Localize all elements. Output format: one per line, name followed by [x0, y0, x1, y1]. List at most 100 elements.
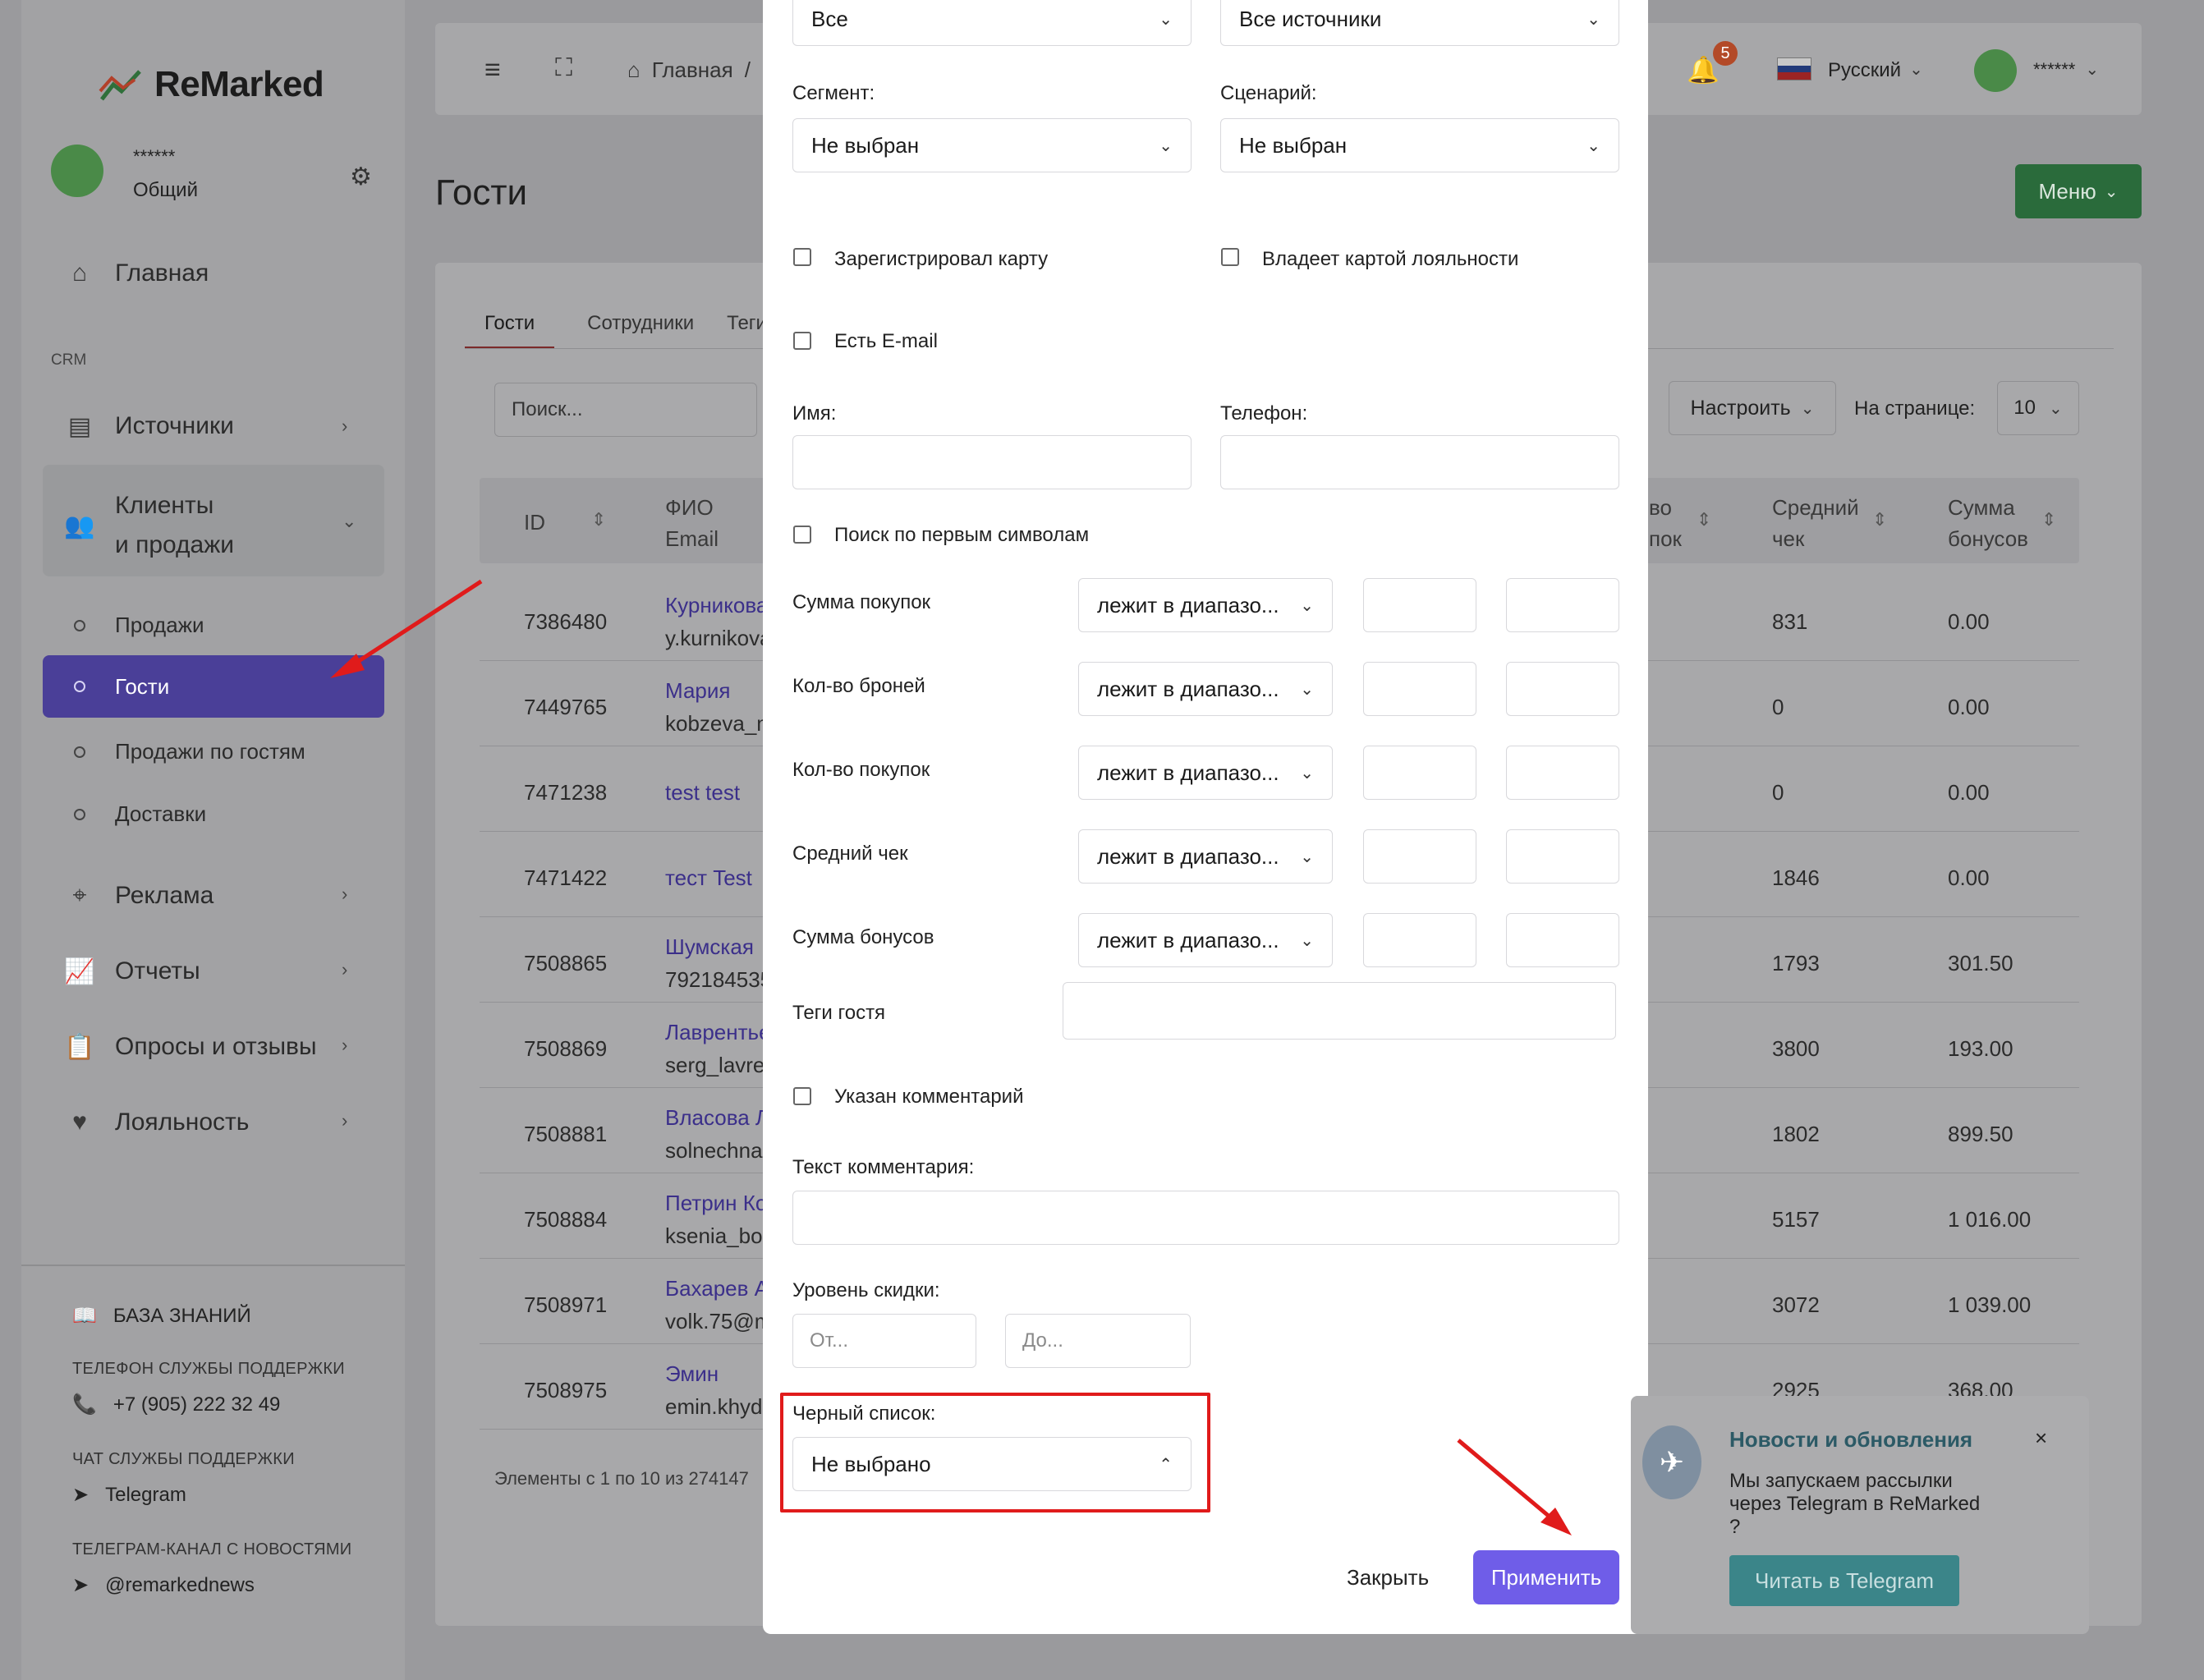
guest-name-link[interactable]: Эмин — [665, 1361, 719, 1387]
range-operator-select[interactable]: лежит в диапазо... ⌄ — [1078, 662, 1333, 716]
sources-select[interactable]: Все источники ⌄ — [1220, 0, 1619, 46]
phone-input[interactable] — [1220, 435, 1619, 489]
th-bonus-2[interactable]: бонусов — [1948, 522, 2028, 555]
range-to-input[interactable] — [1506, 746, 1619, 800]
range-operator-select[interactable]: лежит в диапазо... ⌄ — [1078, 578, 1333, 632]
logo[interactable]: ReMarked — [99, 64, 324, 105]
th-email[interactable]: Email — [665, 522, 719, 555]
configure-button[interactable]: Настроить ⌄ — [1669, 381, 1836, 435]
th-bonus-1[interactable]: Сумма — [1948, 491, 2015, 524]
sidebar-sub-sales[interactable]: Продажи — [74, 613, 204, 638]
select-value: лежит в диапазо... — [1097, 760, 1279, 785]
chevron-down-icon: ⌄ — [1586, 10, 1600, 29]
sidebar-item-clients[interactable]: 👥 Клиенты и продажи — [64, 486, 234, 565]
target-icon: ⌖ — [72, 882, 87, 909]
sort-icon[interactable]: ⇕ — [1697, 509, 1711, 530]
guest-name-link[interactable]: Курникова — [665, 593, 768, 618]
cell-avg-check: 1793 — [1772, 951, 1820, 975]
per-page-select[interactable]: 10 ⌄ — [1997, 381, 2079, 435]
name-input[interactable] — [792, 435, 1192, 489]
guest-name-link[interactable]: Бахарев А — [665, 1276, 769, 1301]
sidebar-item-loyalty[interactable]: ♥ Лояльность — [66, 1109, 249, 1136]
sidebar-sub-delivery[interactable]: Доставки — [74, 801, 206, 827]
breadcrumb-home[interactable]: Главная — [652, 57, 733, 83]
guest-name-link[interactable]: Мария — [665, 678, 730, 704]
range-from-input[interactable] — [1363, 913, 1476, 967]
discount-to-input[interactable]: До... — [1005, 1314, 1191, 1368]
range-from-input[interactable] — [1363, 746, 1476, 800]
sort-icon[interactable]: ⇕ — [2041, 509, 2056, 530]
close-button[interactable]: Закрыть — [1347, 1550, 1429, 1604]
has-email-checkbox[interactable] — [793, 332, 811, 350]
th-avg-2[interactable]: чек — [1772, 522, 1804, 555]
range-from-input[interactable] — [1363, 578, 1476, 632]
support-chat[interactable]: ➤ Telegram — [72, 1483, 186, 1507]
guest-name-link[interactable]: Петрин Ко — [665, 1191, 767, 1216]
fullscreen-icon[interactable]: ⛶ — [555, 54, 572, 82]
news-channel[interactable]: ➤ @remarkednews — [72, 1573, 255, 1597]
chevron-down-icon: ⌄ — [1909, 61, 1923, 79]
sidebar-item-ads[interactable]: ⌖ Реклама — [66, 882, 214, 910]
close-icon[interactable]: × — [2035, 1425, 2047, 1451]
discount-from-input[interactable]: От... — [792, 1314, 976, 1368]
segment-select[interactable]: Не выбран ⌄ — [792, 118, 1192, 172]
tags-input[interactable] — [1063, 982, 1616, 1040]
th-count-1[interactable]: во — [1649, 491, 1672, 524]
header-avatar[interactable] — [1974, 49, 2017, 92]
cell-id: 7508865 — [524, 951, 608, 975]
sidebar-item-surveys[interactable]: 📋 Опросы и отзывы — [64, 1033, 316, 1061]
guest-name-link[interactable]: Шумская — [665, 934, 754, 960]
menu-label: Меню — [2038, 178, 2096, 204]
loyalty-card-checkbox[interactable] — [1221, 248, 1239, 266]
sidebar-item-reports[interactable]: 📈 Отчеты — [64, 957, 200, 985]
range-to-input[interactable] — [1506, 829, 1619, 884]
range-to-input[interactable] — [1506, 662, 1619, 716]
sort-icon[interactable]: ⇕ — [591, 509, 606, 530]
status-select[interactable]: Все ⌄ — [792, 0, 1192, 46]
menu-toggle-icon[interactable]: ≡ — [484, 54, 501, 86]
card-registered-checkbox[interactable] — [793, 248, 811, 266]
gear-icon[interactable]: ⚙ — [350, 163, 372, 191]
th-count-2[interactable]: пок — [1649, 522, 1682, 555]
th-id[interactable]: ID — [524, 506, 545, 539]
knowledge-base-link[interactable]: 📖 БАЗА ЗНАНИЙ — [72, 1304, 251, 1328]
menu-button[interactable]: Меню ⌄ — [2015, 164, 2142, 218]
range-to-input[interactable] — [1506, 578, 1619, 632]
sidebar-item-sources[interactable]: ▤ Источники — [66, 412, 234, 440]
sort-icon[interactable]: ⇕ — [1872, 509, 1887, 530]
read-in-telegram-button[interactable]: Читать в Telegram — [1729, 1555, 1959, 1606]
comment-input[interactable] — [792, 1191, 1619, 1245]
range-from-input[interactable] — [1363, 829, 1476, 884]
support-phone[interactable]: 📞 +7 (905) 222 32 49 — [72, 1393, 280, 1416]
tab-guests[interactable]: Гости — [465, 312, 555, 349]
range-operator-select[interactable]: лежит в диапазо... ⌄ — [1078, 829, 1333, 884]
th-avg-1[interactable]: Средний — [1772, 491, 1859, 524]
news-title: Новости и обновления — [1729, 1427, 1973, 1452]
home-icon[interactable]: ⌂ — [627, 57, 641, 83]
guest-name-link[interactable]: тест Test — [665, 865, 752, 891]
avatar[interactable] — [51, 145, 103, 197]
guest-name-link[interactable]: test test — [665, 780, 740, 806]
range-operator-select[interactable]: лежит в диапазо... ⌄ — [1078, 746, 1333, 800]
language-select[interactable]: Русский ⌄ — [1828, 59, 1923, 82]
sidebar-item-home[interactable]: ⌂ Главная — [66, 259, 209, 287]
has-comment-checkbox[interactable] — [793, 1087, 811, 1105]
tab-tags[interactable]: Теги — [727, 312, 767, 349]
scenario-select[interactable]: Не выбран ⌄ — [1220, 118, 1619, 172]
first-symbols-checkbox[interactable] — [793, 526, 811, 544]
range-from-input[interactable] — [1363, 662, 1476, 716]
user-menu[interactable]: ****** ⌄ — [2033, 59, 2099, 80]
guest-name-link[interactable]: Лаврентье — [665, 1020, 771, 1045]
heart-icon: ♥ — [72, 1109, 87, 1136]
user-label: ****** — [2033, 59, 2076, 80]
range-to-input[interactable] — [1506, 913, 1619, 967]
filter-modal — [763, 0, 1648, 1634]
range-operator-select[interactable]: лежит в диапазо... ⌄ — [1078, 913, 1333, 967]
blacklist-select[interactable]: Не выбрано ⌃ — [792, 1437, 1192, 1491]
search-input[interactable]: Поиск... — [494, 383, 757, 437]
guest-name-link[interactable]: Власова Л — [665, 1105, 769, 1131]
sidebar-sub-sales-by-guest[interactable]: Продажи по гостям — [74, 739, 305, 764]
apply-button[interactable]: Применить — [1473, 1550, 1619, 1604]
tab-employees[interactable]: Сотрудники — [587, 312, 694, 349]
th-fio[interactable]: ФИО — [665, 491, 714, 524]
